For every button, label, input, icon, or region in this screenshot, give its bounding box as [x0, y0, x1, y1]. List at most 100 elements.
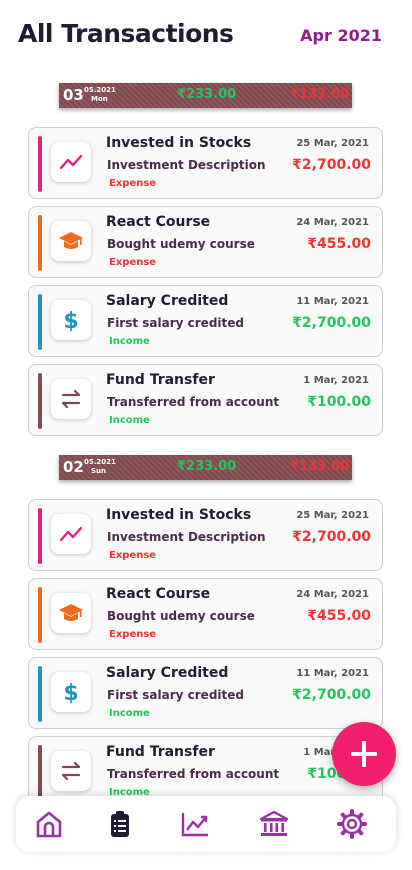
category-color-bar — [38, 136, 42, 192]
transaction-type-label: Expense — [109, 257, 157, 268]
nav-home[interactable] — [31, 806, 67, 842]
transaction-description: Transferred from account — [107, 767, 280, 781]
transaction-date: 1 Mar, 2021 — [303, 375, 369, 386]
transaction-title: Salary Credited — [106, 665, 229, 681]
transfer-icon — [61, 761, 81, 781]
transaction-description: Bought udemy course — [107, 237, 255, 251]
category-color-bar — [38, 587, 42, 643]
day-summary-header: 02 05.2021 Sun ₹233.00 ₹133.00 — [59, 455, 352, 480]
transaction-type-label: Income — [109, 336, 150, 347]
category-icon-box — [51, 221, 91, 261]
transaction-card[interactable]: $ Salary Credited First salary credited Inc… — [28, 657, 383, 729]
day-expense-total: ₹133.00 — [290, 87, 350, 102]
nav-analytics[interactable] — [177, 806, 213, 842]
category-color-bar — [38, 294, 42, 350]
transaction-description: Investment Description — [107, 158, 266, 172]
day-month-year: 05.2021 — [84, 86, 116, 94]
transactions-list[interactable]: 03 05.2021 Mon ₹233.00 ₹133.00 Invested in St… — [0, 70, 412, 800]
transaction-amount: ₹2,700.00 — [292, 529, 371, 545]
add-transaction-button[interactable] — [332, 722, 396, 786]
transaction-date: 11 Mar, 2021 — [296, 296, 369, 307]
bottom-navigation — [16, 796, 396, 852]
transaction-date: 25 Mar, 2021 — [296, 510, 369, 521]
day-of-week: Mon — [91, 95, 108, 103]
day-expense-total: ₹133.00 — [290, 459, 350, 474]
transaction-amount: ₹2,700.00 — [292, 687, 371, 703]
dollar-icon: $ — [63, 309, 78, 333]
plus-icon — [351, 741, 377, 767]
transaction-description: Investment Description — [107, 530, 266, 544]
transaction-date: 25 Mar, 2021 — [296, 138, 369, 149]
transfer-icon — [61, 389, 81, 409]
transaction-type-label: Income — [109, 708, 150, 719]
graduation-cap-icon — [59, 232, 83, 249]
category-icon-box — [51, 593, 91, 633]
bank-icon — [259, 810, 289, 836]
transaction-title: React Course — [106, 214, 211, 230]
trending-up-icon — [59, 526, 83, 542]
category-color-bar — [38, 745, 42, 800]
transaction-card[interactable]: Fund Transfer Transferred from account Inc… — [28, 364, 383, 436]
transaction-date: 24 Mar, 2021 — [296, 217, 369, 228]
transaction-type-label: Expense — [109, 178, 157, 189]
day-income-total: ₹233.00 — [177, 87, 237, 102]
transaction-card[interactable]: Fund Transfer Transferred from account Inc… — [28, 736, 383, 800]
transaction-title: Fund Transfer — [106, 744, 215, 760]
transaction-card[interactable]: $ Salary Credited First salary credited Inc… — [28, 285, 383, 357]
category-color-bar — [38, 666, 42, 722]
day-month-year: 05.2021 — [84, 458, 116, 466]
transaction-amount: ₹100.00 — [307, 394, 371, 410]
graduation-cap-icon — [59, 604, 83, 621]
transaction-card[interactable]: React Course Bought udemy course Expense 24… — [28, 206, 383, 278]
transaction-title: Salary Credited — [106, 293, 229, 309]
day-of-week: Sun — [91, 467, 107, 475]
transaction-amount: ₹455.00 — [307, 608, 371, 624]
nav-settings[interactable] — [334, 806, 370, 842]
category-color-bar — [38, 373, 42, 429]
transaction-type-label: Expense — [109, 550, 157, 561]
day-number: 03 — [63, 86, 84, 104]
category-icon-box: $ — [51, 672, 91, 712]
category-color-bar — [38, 215, 42, 271]
category-icon-box — [51, 379, 91, 419]
svg-text:$: $ — [63, 309, 78, 333]
transaction-description: First salary credited — [107, 688, 244, 702]
transaction-date: 24 Mar, 2021 — [296, 589, 369, 600]
transaction-date: 11 Mar, 2021 — [296, 668, 369, 679]
category-icon-box — [51, 751, 91, 791]
transactions-clipboard-icon — [111, 811, 129, 837]
dollar-icon: $ — [63, 681, 78, 705]
transaction-card[interactable]: Invested in Stocks Investment Description… — [28, 499, 383, 571]
transaction-card[interactable]: React Course Bought udemy course Expense 24… — [28, 578, 383, 650]
day-number: 02 — [63, 458, 84, 476]
category-icon-box — [51, 514, 91, 554]
home-icon — [36, 811, 62, 838]
transaction-amount: ₹455.00 — [307, 236, 371, 252]
category-color-bar — [38, 508, 42, 564]
month-selector[interactable]: Apr 2021 — [300, 26, 382, 45]
svg-text:$: $ — [63, 681, 78, 705]
category-icon-box: $ — [51, 300, 91, 340]
transaction-description: Transferred from account — [107, 395, 280, 409]
transaction-description: Bought udemy course — [107, 609, 255, 623]
transaction-title: Invested in Stocks — [106, 507, 252, 523]
app-header: All Transactions Apr 2021 — [0, 0, 412, 70]
analytics-chart-icon — [181, 813, 208, 837]
day-summary-header: 03 05.2021 Mon ₹233.00 ₹133.00 — [59, 83, 352, 108]
page-title: All Transactions — [18, 19, 234, 48]
transaction-amount: ₹2,700.00 — [292, 315, 371, 331]
transaction-type-label: Income — [109, 415, 150, 426]
nav-transactions[interactable] — [102, 806, 138, 842]
transaction-title: Invested in Stocks — [106, 135, 252, 151]
nav-accounts[interactable] — [256, 806, 292, 842]
transaction-title: Fund Transfer — [106, 372, 215, 388]
trending-up-icon — [59, 154, 83, 170]
transaction-title: React Course — [106, 586, 211, 602]
category-icon-box — [51, 142, 91, 182]
day-income-total: ₹233.00 — [177, 459, 237, 474]
transaction-amount: ₹2,700.00 — [292, 157, 371, 173]
transaction-description: First salary credited — [107, 316, 244, 330]
transaction-card[interactable]: Invested in Stocks Investment Description… — [28, 127, 383, 199]
transaction-type-label: Expense — [109, 629, 157, 640]
settings-gear-icon — [337, 809, 367, 839]
